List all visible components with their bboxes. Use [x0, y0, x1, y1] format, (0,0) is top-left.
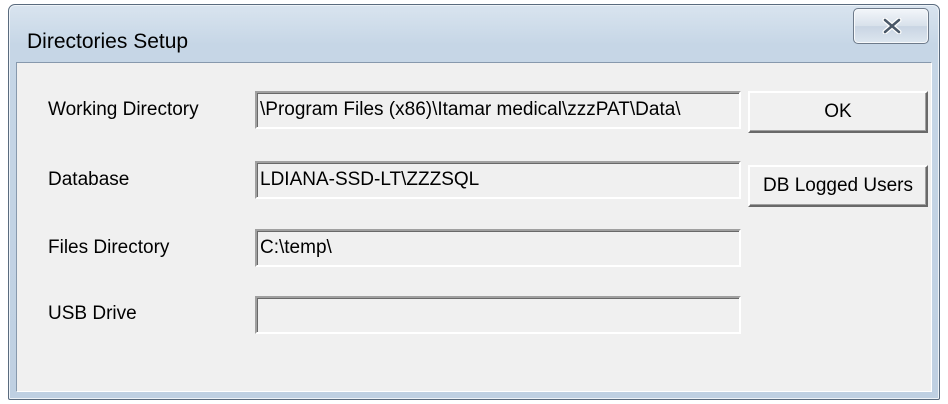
usb-drive-field[interactable] — [255, 296, 741, 334]
usb-drive-label: USB Drive — [48, 303, 137, 324]
database-label: Database — [48, 169, 130, 190]
db-logged-users-button[interactable]: DB Logged Users — [748, 165, 928, 207]
files-directory-field[interactable]: C:\temp\ — [255, 229, 741, 267]
database-field[interactable]: LDIANA-SSD-LT\ZZZSQL — [255, 161, 741, 199]
dialog-client-area: Working Directory \Program Files (x86)\I… — [16, 62, 932, 392]
working-directory-field[interactable]: \Program Files (x86)\Itamar medical\zzzP… — [255, 91, 741, 129]
close-x-icon — [882, 18, 902, 34]
directories-setup-dialog: Directories Setup Working Directory \Pro… — [8, 4, 940, 400]
files-directory-label: Files Directory — [48, 237, 170, 258]
working-directory-label: Working Directory — [48, 99, 199, 120]
window-title: Directories Setup — [27, 30, 189, 53]
ok-button[interactable]: OK — [748, 91, 928, 133]
close-button[interactable] — [853, 8, 929, 44]
